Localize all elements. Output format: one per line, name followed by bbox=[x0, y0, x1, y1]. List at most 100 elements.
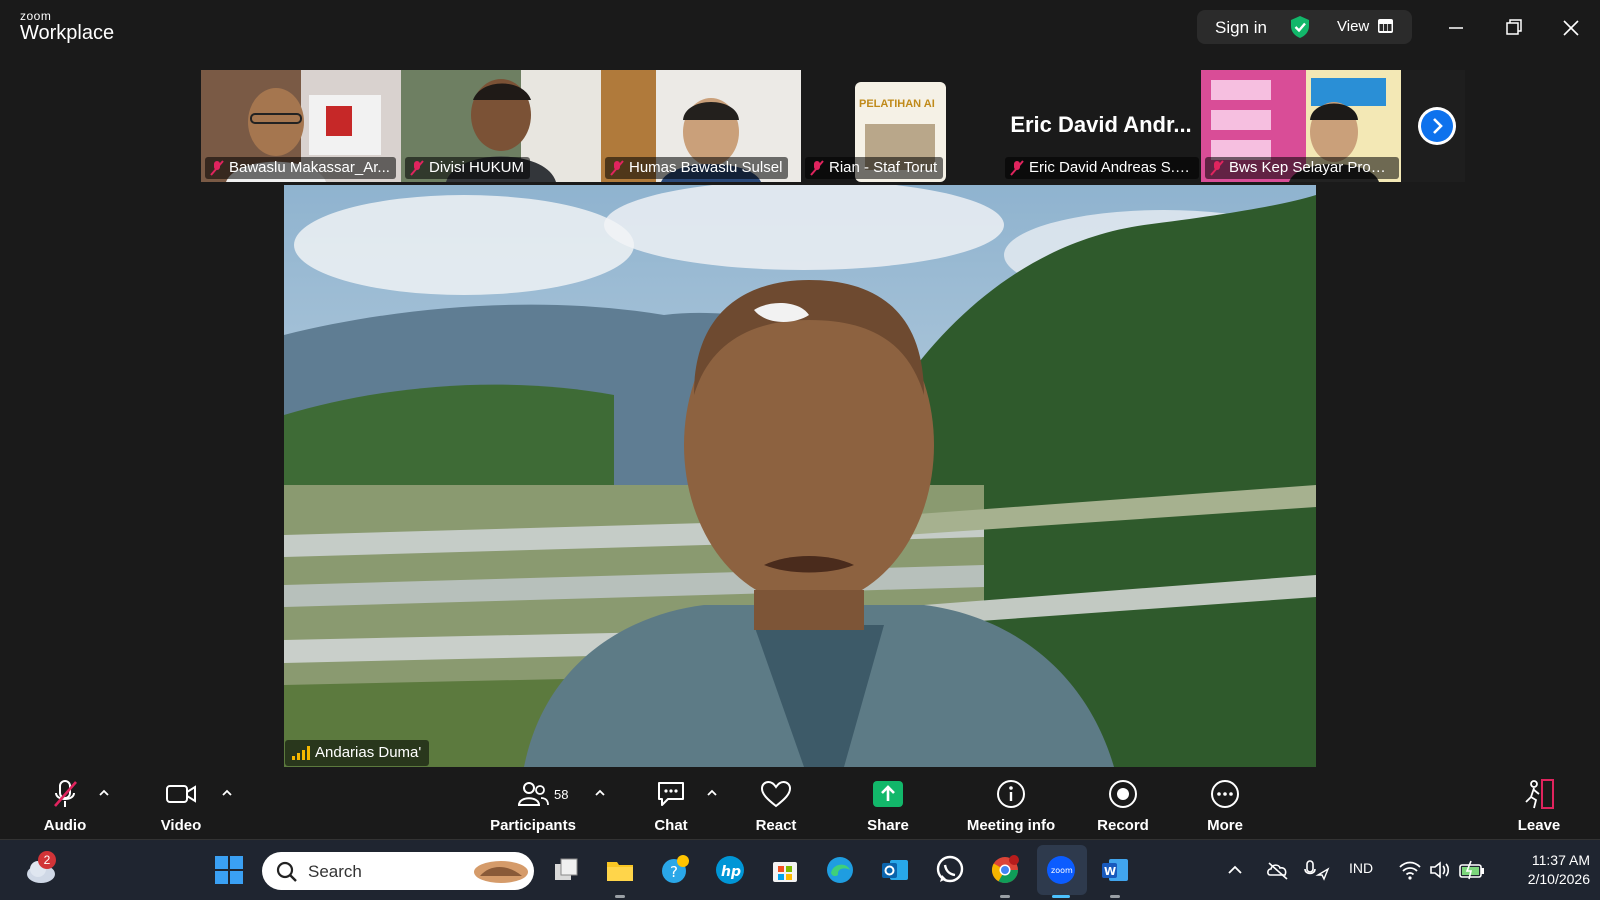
video-options-caret-icon[interactable] bbox=[220, 787, 234, 799]
muted-mic-icon bbox=[410, 160, 424, 176]
participants-button[interactable]: Participants bbox=[486, 767, 580, 839]
chat-button[interactable]: Chat bbox=[636, 767, 706, 839]
search-highlight-icon bbox=[474, 861, 528, 883]
edge-browser-icon[interactable] bbox=[825, 855, 855, 885]
participant-thumbnail[interactable]: PELATIHAN AI Rian - Staf Torut bbox=[801, 70, 1001, 182]
windows-taskbar: 2 Search ? hp zoom W IND 11:37 AM 2/10/2… bbox=[0, 839, 1600, 900]
participant-name-text: Divisi HUKUM bbox=[429, 159, 524, 176]
view-button[interactable]: View bbox=[1337, 18, 1369, 35]
cloud-offline-icon[interactable] bbox=[1265, 855, 1291, 885]
participant-thumbnail[interactable]: Humas Bawaslu Sulsel bbox=[601, 70, 801, 182]
record-button[interactable]: Record bbox=[1088, 767, 1158, 839]
input-language[interactable]: IND bbox=[1349, 860, 1373, 876]
meeting-toolbar: Audio Video Participants 58 Chat React S… bbox=[0, 767, 1600, 839]
running-indicator bbox=[1000, 895, 1010, 898]
react-button[interactable]: React bbox=[741, 767, 811, 839]
microsoft-store-icon[interactable] bbox=[770, 855, 800, 885]
participant-name: Divisi HUKUM bbox=[405, 157, 530, 179]
restore-icon[interactable] bbox=[1500, 14, 1528, 42]
heart-icon bbox=[760, 780, 792, 808]
active-indicator bbox=[1052, 895, 1070, 898]
app-logo: zoom Workplace bbox=[20, 10, 114, 43]
participant-thumbnail[interactable]: Bawaslu Makassar_Ar... bbox=[201, 70, 401, 182]
grid-view-icon bbox=[1378, 19, 1393, 33]
close-icon[interactable] bbox=[1557, 14, 1585, 42]
minimize-icon[interactable] bbox=[1442, 14, 1470, 42]
participant-name-text: Bawaslu Makassar_Ar... bbox=[229, 159, 390, 176]
active-speaker-video[interactable] bbox=[284, 185, 1316, 767]
windows-start-icon[interactable] bbox=[214, 855, 244, 885]
video-button[interactable]: Video bbox=[146, 767, 216, 839]
running-indicator bbox=[1110, 895, 1120, 898]
volume-icon[interactable] bbox=[1428, 855, 1452, 885]
chat-options-caret-icon[interactable] bbox=[705, 787, 719, 799]
shield-check-icon[interactable] bbox=[1289, 15, 1311, 39]
video-label: Video bbox=[160, 817, 202, 834]
tray-chevron-up-icon[interactable] bbox=[1224, 855, 1246, 885]
participant-name: Eric David Andreas S.H... bbox=[1005, 157, 1199, 179]
speaker-name: Andarias Duma' bbox=[315, 744, 422, 761]
participant-name: Bws Kep Selayar Prov ... bbox=[1205, 157, 1399, 179]
chrome-icon[interactable] bbox=[990, 855, 1020, 885]
svg-text:W: W bbox=[1104, 865, 1116, 878]
participant-name: Rian - Staf Torut bbox=[805, 157, 944, 179]
clock-date: 2/10/2026 bbox=[1527, 871, 1590, 887]
outlook-icon[interactable] bbox=[880, 855, 910, 885]
speaker-name-tag: Andarias Duma' bbox=[285, 740, 430, 766]
participants-options-caret-icon[interactable] bbox=[593, 787, 607, 799]
taskbar-search-box[interactable]: Search bbox=[262, 852, 534, 890]
whatsapp-icon[interactable] bbox=[935, 855, 965, 885]
react-label: React bbox=[755, 817, 797, 834]
sign-in-button[interactable]: Sign in bbox=[1215, 18, 1267, 38]
microphone-location-icon[interactable] bbox=[1302, 855, 1330, 885]
copilot-help-icon[interactable]: ? bbox=[660, 855, 690, 885]
brand-small: zoom bbox=[20, 9, 52, 23]
title-bar: zoom Workplace Sign in View bbox=[0, 0, 1600, 56]
hp-icon[interactable]: hp bbox=[715, 855, 745, 885]
share-screen-icon bbox=[873, 781, 903, 807]
participant-name: Bawaslu Makassar_Ar... bbox=[205, 157, 396, 179]
zoom-app-icon[interactable]: zoom bbox=[1046, 855, 1076, 885]
zoom-window: zoom Workplace Sign in View Bawaslu Maka… bbox=[0, 0, 1600, 900]
video-camera-icon bbox=[166, 785, 196, 803]
participant-display-name: Eric David Andr... bbox=[1010, 112, 1192, 137]
weather-badge: 2 bbox=[38, 851, 56, 869]
audio-label: Audio bbox=[43, 817, 87, 834]
signal-strength-icon bbox=[292, 746, 310, 760]
audio-options-caret-icon[interactable] bbox=[97, 787, 111, 799]
system-clock[interactable]: 11:37 AM 2/10/2026 bbox=[1500, 851, 1590, 889]
audio-button[interactable]: Audio bbox=[30, 767, 100, 839]
word-icon[interactable]: W bbox=[1100, 855, 1130, 885]
battery-charging-icon[interactable] bbox=[1458, 855, 1486, 885]
leave-button[interactable]: Leave bbox=[1504, 767, 1574, 839]
muted-mic-icon bbox=[210, 160, 224, 176]
chat-bubble-icon bbox=[658, 782, 684, 806]
more-button[interactable]: More bbox=[1190, 767, 1260, 839]
muted-mic-icon bbox=[1210, 160, 1224, 176]
svg-text:?: ? bbox=[670, 863, 678, 881]
info-icon bbox=[997, 780, 1025, 808]
search-placeholder: Search bbox=[308, 862, 362, 881]
participant-count: 58 bbox=[554, 787, 569, 802]
chevron-right-icon bbox=[1433, 118, 1443, 134]
participants-label: Participants bbox=[490, 817, 576, 834]
muted-mic-icon bbox=[1010, 160, 1024, 176]
meeting-info-button[interactable]: Meeting info bbox=[958, 767, 1064, 839]
participant-name-text: Humas Bawaslu Sulsel bbox=[629, 159, 783, 176]
participant-name-text: Rian - Staf Torut bbox=[829, 159, 938, 176]
search-icon bbox=[276, 861, 297, 882]
task-view-icon[interactable] bbox=[551, 855, 581, 885]
participants-icon bbox=[517, 782, 549, 806]
speaker-video-frame bbox=[284, 185, 1316, 767]
participant-thumbnail[interactable]: Divisi HUKUM bbox=[401, 70, 601, 182]
muted-mic-icon bbox=[810, 160, 824, 176]
participant-thumbnail[interactable]: Eric David Andr... Eric David Andreas S.… bbox=[1001, 70, 1201, 182]
participant-thumbnail[interactable]: Bws Kep Selayar Prov ... bbox=[1201, 70, 1401, 182]
file-explorer-icon[interactable] bbox=[605, 855, 635, 885]
participant-name: Humas Bawaslu Sulsel bbox=[605, 157, 789, 179]
next-page-button[interactable] bbox=[1418, 107, 1456, 145]
share-button[interactable]: Share bbox=[853, 767, 923, 839]
muted-mic-icon bbox=[610, 160, 624, 176]
share-label: Share bbox=[867, 817, 909, 834]
wifi-icon[interactable] bbox=[1398, 855, 1422, 885]
